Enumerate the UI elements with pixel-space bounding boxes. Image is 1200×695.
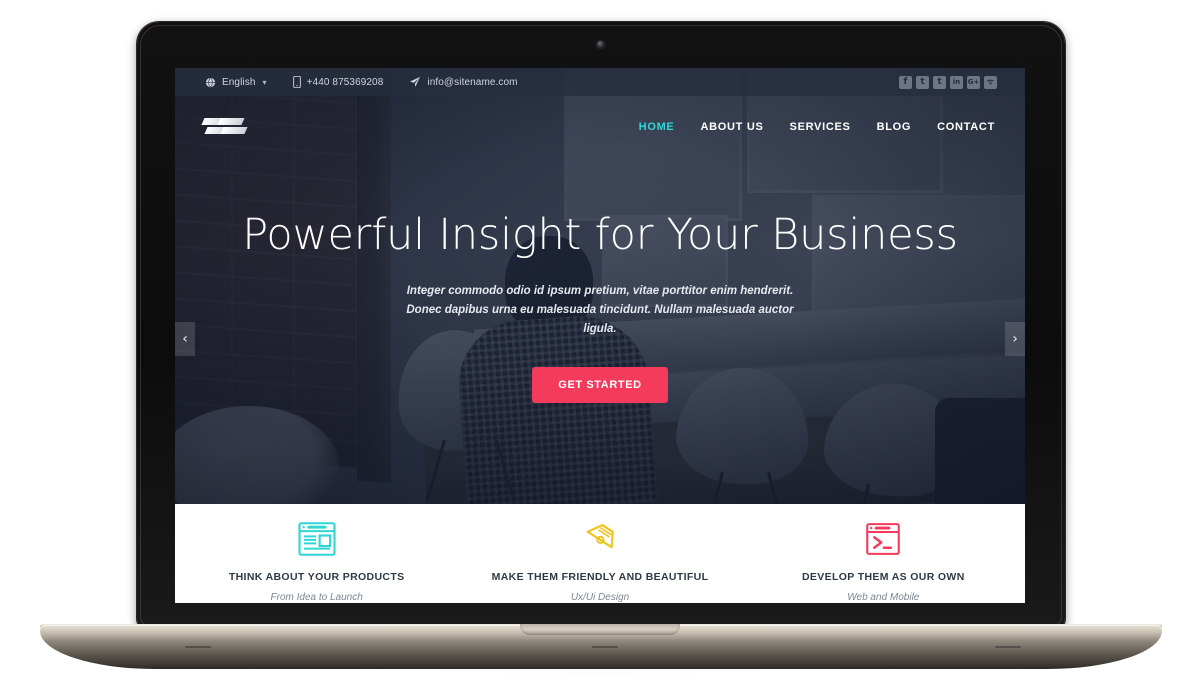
macbook-mockup: English ▾ +440 875369208 info@sitename.c…: [0, 0, 1200, 695]
nav-item-blog[interactable]: BLOG: [877, 121, 912, 133]
feature-title: THINK ABOUT YOUR PRODUCTS: [228, 571, 405, 583]
tumblr-icon[interactable]: t: [933, 75, 946, 89]
features-band: THINK ABOUT YOUR PRODUCTS From Idea to L…: [175, 504, 1025, 603]
site-logo[interactable]: [201, 114, 249, 140]
language-label: English: [222, 76, 256, 88]
webcam-icon: [597, 41, 604, 48]
feature-item-design[interactable]: MAKE THEM FRIENDLY AND BEAUTIFUL Ux/Ui D…: [458, 504, 741, 603]
feature-subtitle: Web and Mobile: [847, 592, 920, 603]
nav-item-contact[interactable]: CONTACT: [937, 121, 995, 133]
paper-plane-icon: [409, 76, 421, 88]
email-address: info@sitename.com: [427, 76, 518, 88]
phone-number: +440 875369208: [306, 76, 384, 88]
social-links: f t t in G+ ᯤ: [899, 75, 1025, 89]
linkedin-icon[interactable]: in: [950, 75, 963, 89]
base-foot: [995, 646, 1021, 648]
base-foot: [185, 646, 211, 648]
get-started-button[interactable]: GET STARTED: [532, 367, 668, 404]
facebook-icon[interactable]: f: [899, 75, 912, 89]
pen-nib-icon: [579, 516, 621, 561]
feature-subtitle: From Idea to Launch: [270, 592, 363, 603]
google-plus-icon[interactable]: G+: [967, 75, 980, 89]
feature-title: MAKE THEM FRIENDLY AND BEAUTIFUL: [491, 571, 709, 583]
feature-item-products[interactable]: THINK ABOUT YOUR PRODUCTS From Idea to L…: [175, 504, 458, 603]
feature-item-develop[interactable]: DEVELOP THEM AS OUR OWN Web and Mobile: [742, 504, 1025, 603]
base-notch: [520, 624, 680, 635]
terminal-window-icon: [862, 516, 904, 561]
screen-viewport: English ▾ +440 875369208 info@sitename.c…: [175, 68, 1025, 603]
rss-icon[interactable]: ᯤ: [984, 75, 997, 89]
hero-title: Powerful Insight for Your Business: [242, 209, 958, 260]
nav-item-about-us[interactable]: ABOUT US: [700, 121, 763, 133]
phone-info: +440 875369208: [292, 76, 384, 88]
utility-topbar: English ▾ +440 875369208 info@sitename.c…: [175, 68, 1025, 96]
globe-icon: [205, 76, 216, 88]
hero-subtitle: Integer commodo odio id ipsum pretium, v…: [406, 285, 794, 336]
chevron-down-icon: ▾: [262, 77, 267, 87]
language-selector[interactable]: English ▾: [205, 77, 267, 88]
nav-links: HOME ABOUT US SERVICES BLOG CONTACT: [639, 121, 995, 133]
base-foot: [592, 646, 618, 648]
feature-subtitle: Ux/Ui Design: [570, 592, 630, 603]
nav-item-home[interactable]: HOME: [639, 121, 675, 133]
twitter-icon[interactable]: t: [916, 75, 929, 89]
email-info[interactable]: info@sitename.com: [409, 76, 518, 88]
browser-layout-icon: [296, 516, 338, 561]
nav-item-services[interactable]: SERVICES: [790, 121, 851, 133]
feature-title: DEVELOP THEM AS OUR OWN: [801, 571, 965, 583]
slider-prev-arrow-icon[interactable]: ‹: [175, 322, 195, 356]
mobile-phone-icon: [292, 76, 301, 88]
main-navbar: HOME ABOUT US SERVICES BLOG CONTACT: [175, 96, 1025, 158]
slider-next-arrow-icon[interactable]: ›: [1005, 322, 1025, 356]
